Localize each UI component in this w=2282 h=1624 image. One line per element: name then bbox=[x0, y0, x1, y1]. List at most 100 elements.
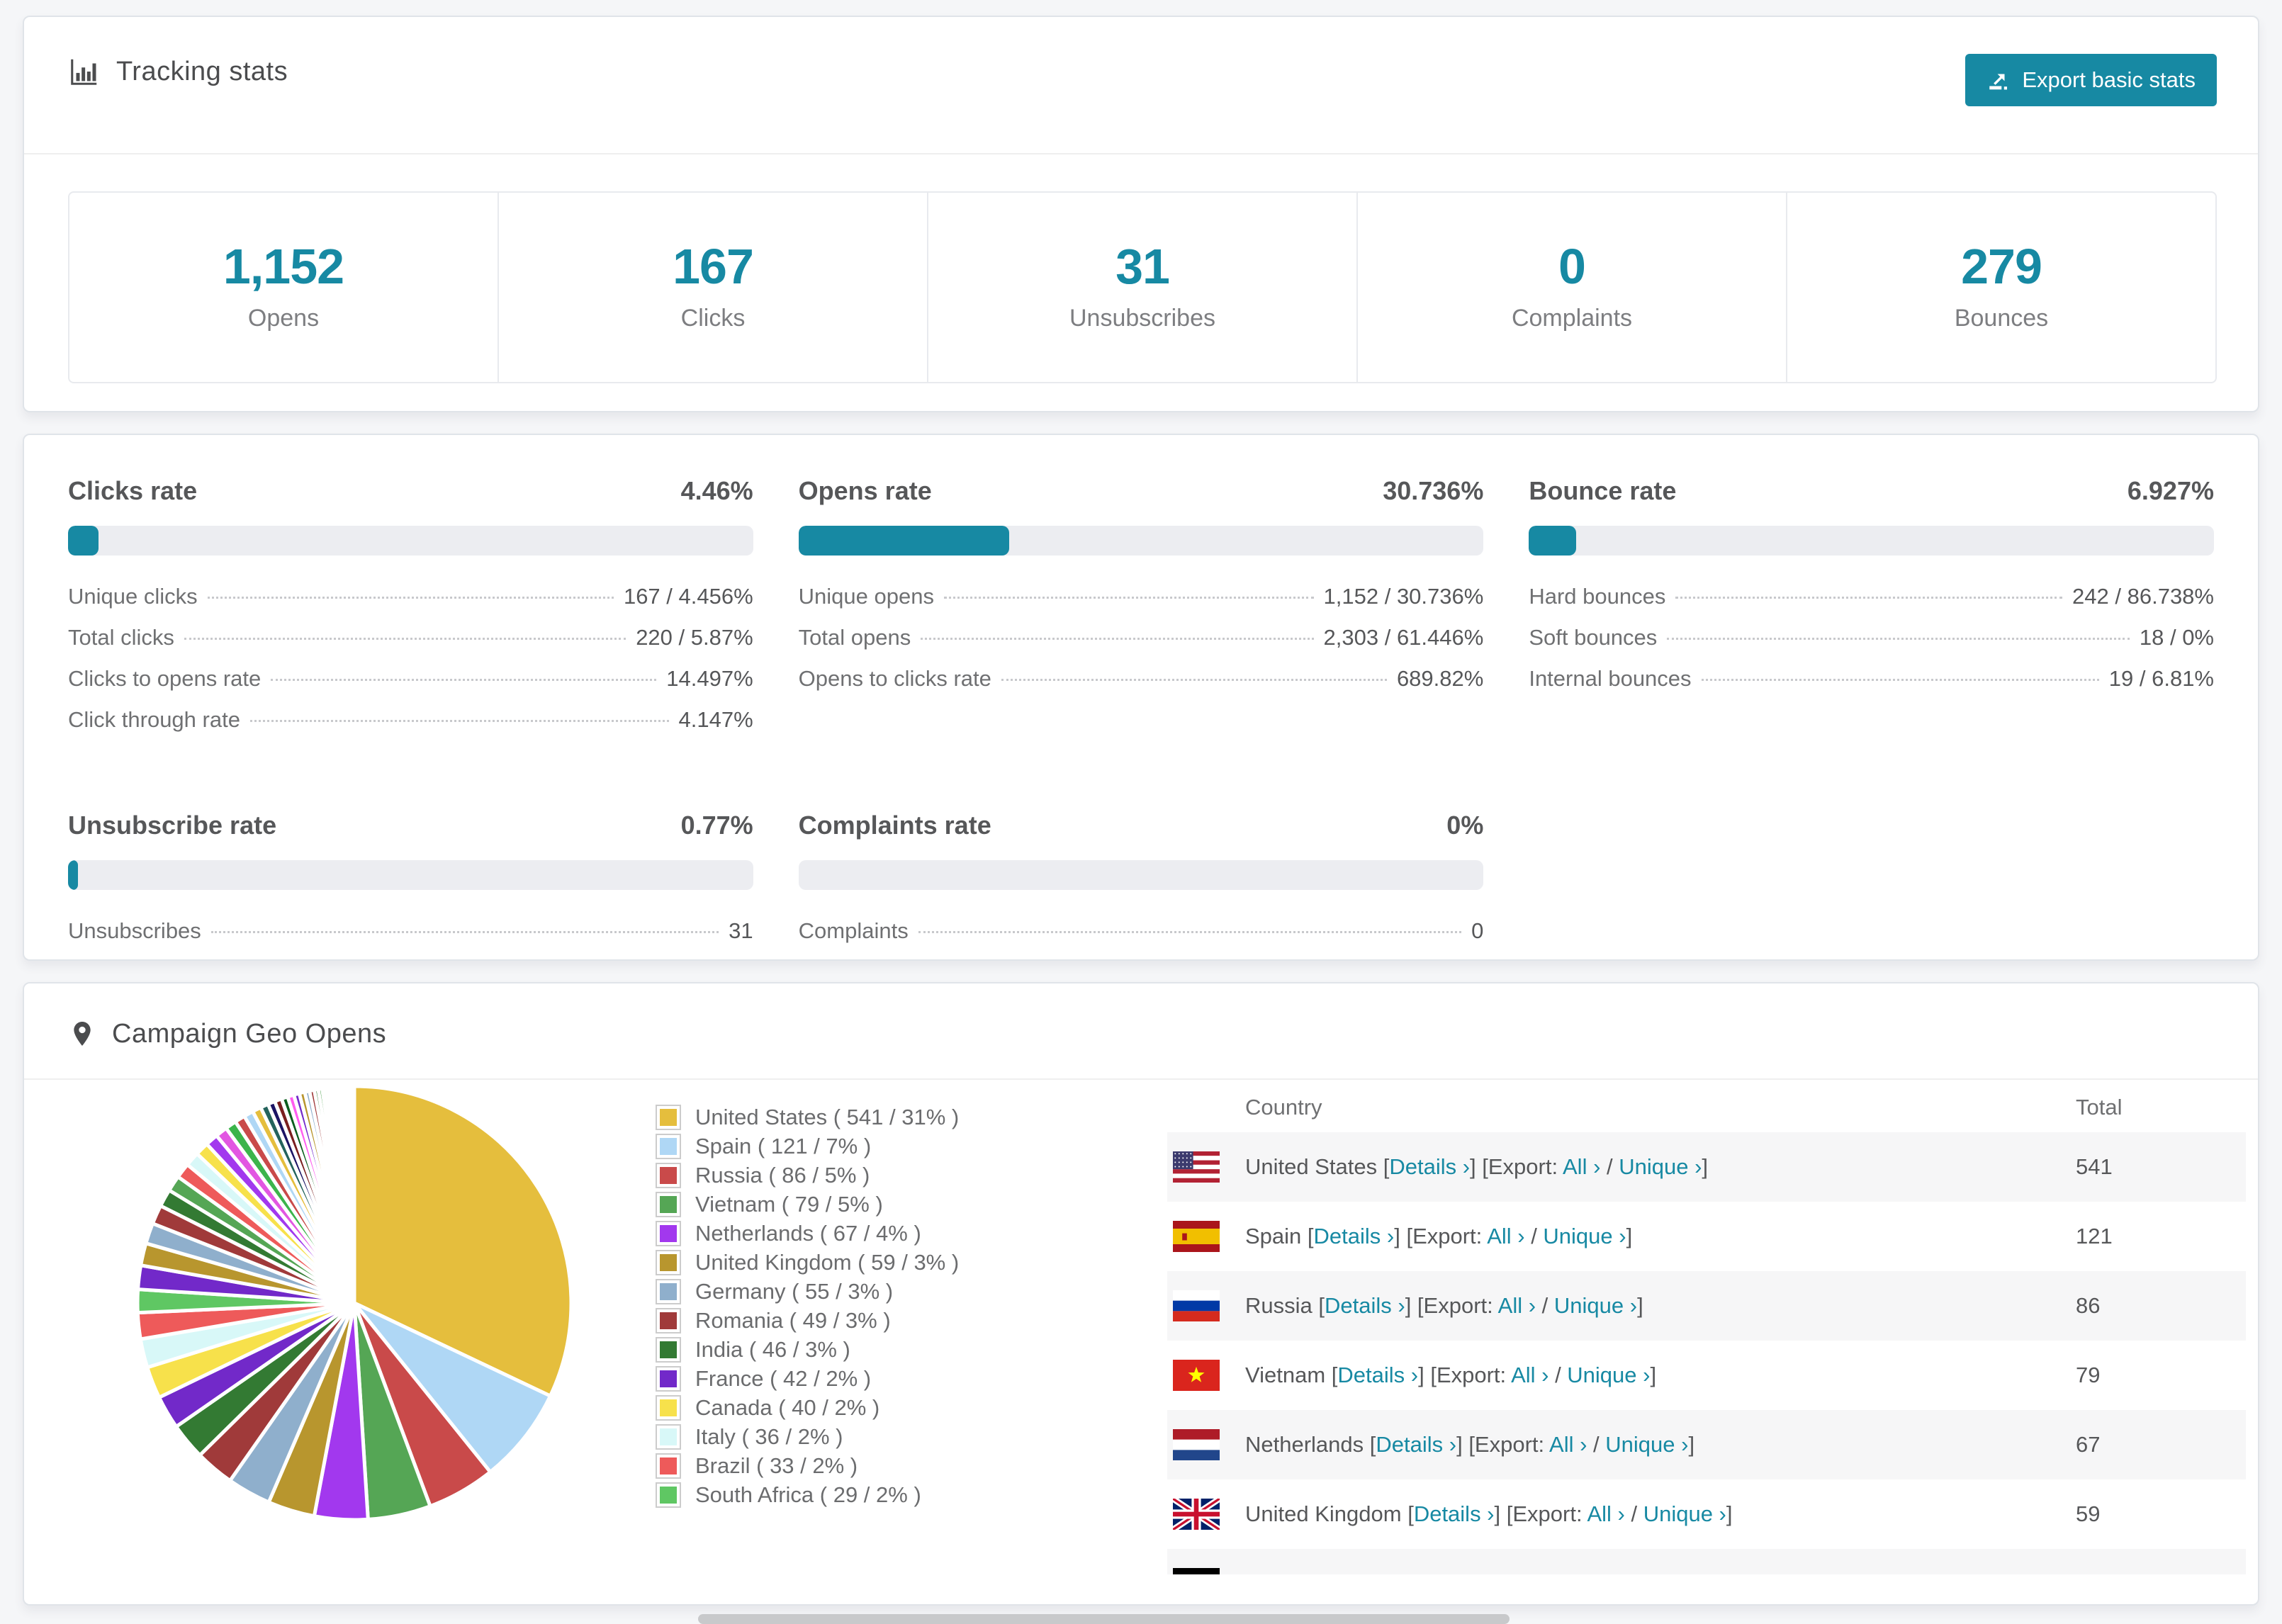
table-row: Russia [Details ›] [Export: All › / Uniq… bbox=[1167, 1271, 2246, 1341]
export-unique-link[interactable]: Unique › bbox=[1567, 1363, 1650, 1387]
stat-line-label: Total opens bbox=[798, 625, 911, 650]
legend-item: Romania ( 49 / 3% ) bbox=[656, 1306, 959, 1335]
country-name: Netherlands bbox=[1245, 1432, 1364, 1457]
country-name: Vietnam bbox=[1245, 1363, 1326, 1387]
legend-label: Brazil ( 33 / 2% ) bbox=[695, 1453, 858, 1478]
export-unique-link[interactable]: Unique › bbox=[1619, 1154, 1702, 1179]
legend-label: Vietnam ( 79 / 5% ) bbox=[695, 1191, 883, 1217]
legend-swatch bbox=[656, 1394, 681, 1421]
ru-flag-icon bbox=[1173, 1290, 1220, 1321]
legend-item: Russia ( 86 / 5% ) bbox=[656, 1161, 959, 1190]
legend-label: South Africa ( 29 / 2% ) bbox=[695, 1482, 921, 1507]
export-all-link[interactable]: All › bbox=[1563, 1154, 1600, 1179]
country-name: Russia bbox=[1245, 1293, 1313, 1318]
legend-label: Canada ( 40 / 2% ) bbox=[695, 1394, 880, 1420]
header-divider bbox=[24, 153, 2258, 154]
legend-item: Italy ( 36 / 2% ) bbox=[656, 1422, 959, 1451]
rate-head: Clicks rate 4.46% bbox=[68, 476, 753, 506]
dotted-leader bbox=[1001, 679, 1387, 681]
legend-item: Canada ( 40 / 2% ) bbox=[656, 1393, 959, 1422]
progress-bar bbox=[68, 526, 753, 556]
stat-line: Click through rate 4.147% bbox=[68, 707, 753, 748]
stat-box: 1,152 Opens bbox=[69, 193, 499, 382]
rate-title: Unsubscribe rate bbox=[68, 811, 277, 840]
stat-line-label: Opens to clicks rate bbox=[798, 666, 991, 691]
stat-line-label: Internal bounces bbox=[1529, 666, 1692, 691]
export-all-link[interactable]: All › bbox=[1521, 1571, 1558, 1574]
horizontal-scrollbar-thumb[interactable] bbox=[698, 1614, 1510, 1624]
rate-rows: Complaints 0 bbox=[799, 918, 1484, 959]
legend-label: United States ( 541 / 31% ) bbox=[695, 1104, 960, 1129]
stat-line: Total opens 2,303 / 61.446% bbox=[799, 625, 1484, 666]
stat-label: Unsubscribes bbox=[1069, 305, 1215, 332]
table-row-main: Netherlands [Details ›] [Export: All › /… bbox=[1167, 1429, 2076, 1460]
de-flag-icon bbox=[1173, 1568, 1220, 1574]
dotted-leader bbox=[921, 638, 1314, 640]
dotted-leader bbox=[943, 597, 1314, 599]
stat-line-label: Hard bounces bbox=[1529, 584, 1666, 609]
export-all-link[interactable]: All › bbox=[1487, 1224, 1524, 1248]
stat-label: Opens bbox=[247, 305, 320, 332]
table-row-text: Spain [Details ›] [Export: All › / Uniqu… bbox=[1245, 1224, 1633, 1248]
stat-line: Complaints 0 bbox=[799, 918, 1484, 959]
stat-line-label: Unsubscribes bbox=[68, 918, 201, 943]
stat-line-label: Soft bounces bbox=[1529, 625, 1658, 650]
legend-swatch bbox=[656, 1423, 681, 1450]
progress-bar-fill bbox=[1529, 526, 1577, 556]
details-link[interactable]: Details › bbox=[1337, 1363, 1418, 1387]
details-link[interactable]: Details › bbox=[1325, 1293, 1405, 1318]
dotted-leader bbox=[918, 931, 1462, 933]
export-unique-link[interactable]: Unique › bbox=[1578, 1571, 1660, 1574]
legend-item: Germany ( 55 / 3% ) bbox=[656, 1277, 959, 1306]
legend-swatch bbox=[656, 1104, 681, 1130]
stat-label: Bounces bbox=[1954, 305, 2049, 332]
table-row-main: United Kingdom [Details ›] [Export: All … bbox=[1167, 1499, 2076, 1530]
export-all-link[interactable]: All › bbox=[1549, 1432, 1587, 1457]
table-row-main: United States [Details ›] [Export: All ›… bbox=[1167, 1151, 2076, 1183]
legend-swatch bbox=[656, 1220, 681, 1246]
stat-box: 31 Unsubscribes bbox=[928, 193, 1358, 382]
table-row-total: 59 bbox=[2076, 1501, 2101, 1526]
export-basic-stats-button[interactable]: Export basic stats bbox=[1965, 54, 2217, 106]
table-row: Vietnam [Details ›] [Export: All › / Uni… bbox=[1167, 1341, 2246, 1410]
stat-line-value: 31 bbox=[729, 918, 753, 943]
details-link[interactable]: Details › bbox=[1314, 1224, 1395, 1248]
table-row-text: Netherlands [Details ›] [Export: All › /… bbox=[1245, 1432, 1695, 1457]
details-link[interactable]: Details › bbox=[1348, 1571, 1429, 1574]
legend-item: Brazil ( 33 / 2% ) bbox=[656, 1451, 959, 1480]
table-row: Netherlands [Details ›] [Export: All › /… bbox=[1167, 1410, 2246, 1479]
details-link[interactable]: Details › bbox=[1414, 1501, 1495, 1526]
table-row-main: Vietnam [Details ›] [Export: All › / Uni… bbox=[1167, 1360, 2076, 1391]
rate-head: Unsubscribe rate 0.77% bbox=[68, 811, 753, 840]
export-all-link[interactable]: All › bbox=[1498, 1293, 1536, 1318]
stat-value: 279 bbox=[1961, 239, 2042, 294]
legend-item: India ( 46 / 3% ) bbox=[656, 1335, 959, 1364]
legend-label: Russia ( 86 / 5% ) bbox=[695, 1162, 870, 1188]
progress-bar bbox=[68, 860, 753, 890]
rate-block: Bounce rate 6.927% Hard bounces 242 / 86.73… bbox=[1529, 476, 2214, 748]
legend-swatch bbox=[656, 1133, 681, 1159]
export-all-link[interactable]: All › bbox=[1511, 1363, 1548, 1387]
es-flag-icon bbox=[1173, 1221, 1220, 1252]
country-name: Spain bbox=[1245, 1224, 1302, 1248]
export-all-link[interactable]: All › bbox=[1587, 1501, 1624, 1526]
details-link[interactable]: Details › bbox=[1376, 1432, 1456, 1457]
stat-line: Unique clicks 167 / 4.456% bbox=[68, 584, 753, 625]
export-unique-link[interactable]: Unique › bbox=[1554, 1293, 1637, 1318]
export-unique-link[interactable]: Unique › bbox=[1543, 1224, 1626, 1248]
rate-title: Opens rate bbox=[798, 476, 932, 505]
stat-box: 279 Bounces bbox=[1787, 193, 2215, 382]
export-unique-link[interactable]: Unique › bbox=[1643, 1501, 1726, 1526]
table-row: United States [Details ›] [Export: All ›… bbox=[1167, 1132, 2246, 1202]
export-unique-link[interactable]: Unique › bbox=[1605, 1432, 1688, 1457]
stat-line-value: 1,152 / 30.736% bbox=[1323, 584, 1484, 609]
stat-line-label: Unique clicks bbox=[68, 584, 198, 609]
dotted-leader bbox=[1667, 638, 2130, 640]
details-link[interactable]: Details › bbox=[1389, 1154, 1470, 1179]
stat-label: Clicks bbox=[680, 305, 746, 332]
rate-rows: Hard bounces 242 / 86.738% Soft bounces 18 … bbox=[1529, 584, 2214, 707]
us-flag-icon bbox=[1173, 1151, 1220, 1183]
nl-flag-icon bbox=[1173, 1429, 1220, 1460]
country-name: Germany bbox=[1245, 1571, 1335, 1574]
stat-line: Soft bounces 18 / 0% bbox=[1529, 625, 2214, 666]
